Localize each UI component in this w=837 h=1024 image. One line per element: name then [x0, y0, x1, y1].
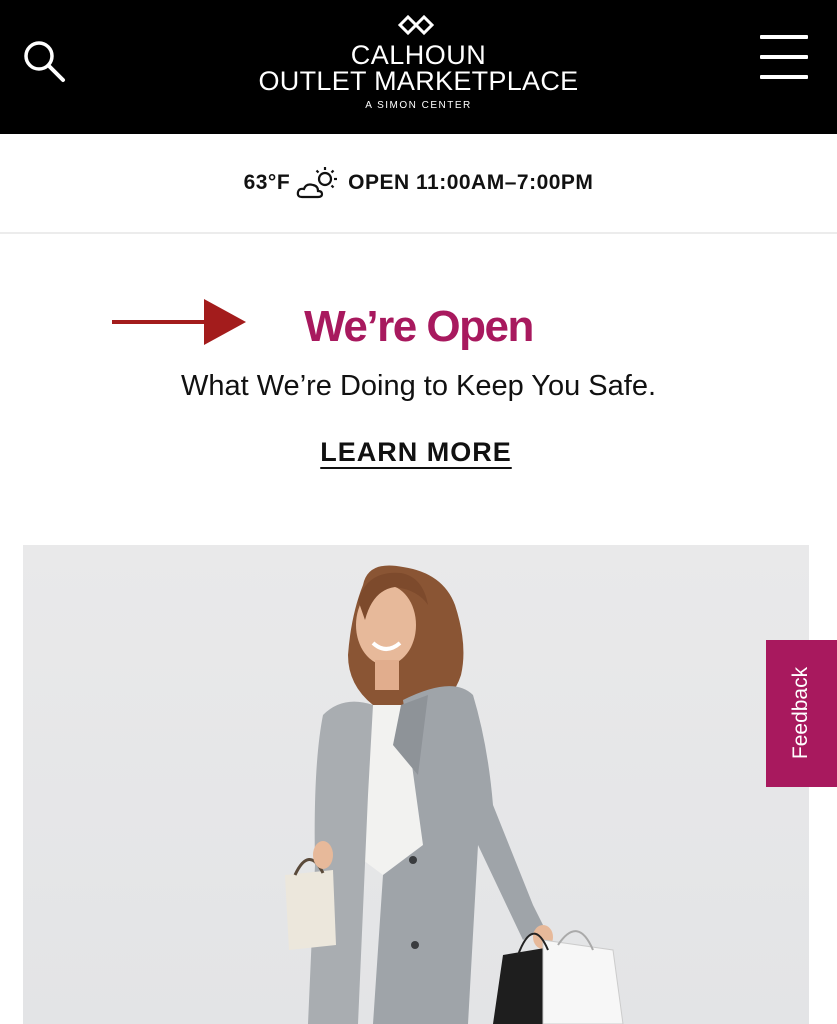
partly-sunny-icon [296, 167, 338, 199]
feedback-tab[interactable]: Feedback [766, 640, 837, 787]
logo-subtitle: A SIMON CENTER [365, 100, 472, 111]
temperature: 63°F [243, 171, 291, 194]
feedback-label: Feedback [789, 666, 812, 760]
hamburger-menu-icon-bar [760, 55, 808, 59]
logo-line-2: OUTLET MARKETPLACE [258, 66, 579, 96]
learn-more-link[interactable]: LEARN MORE [316, 437, 516, 468]
page-subheading: What We’re Doing to Keep You Safe. [180, 370, 657, 402]
hero-image[interactable] [23, 545, 809, 1024]
logo-line-1: CALHOUN [350, 40, 487, 70]
search-icon [24, 41, 65, 82]
woman-shopping-illustration [285, 565, 624, 1024]
site-header: CALHOUN OUTLET MARKETPLACE A SIMON CENTE… [0, 0, 837, 134]
logo-mark-icon [397, 14, 434, 36]
site-logo[interactable]: CALHOUN OUTLET MARKETPLACE A SIMON CENTE… [200, 12, 637, 122]
hamburger-menu-icon [760, 35, 808, 39]
search-button[interactable] [18, 36, 70, 88]
info-bar: 63°F OPEN 11:00AM–7:00PM [0, 134, 837, 234]
page-headline: We’re Open [304, 302, 534, 351]
hamburger-menu-icon-bar [760, 75, 808, 79]
store-hours: OPEN 11:00AM–7:00PM [348, 171, 594, 194]
menu-button[interactable] [756, 33, 814, 85]
